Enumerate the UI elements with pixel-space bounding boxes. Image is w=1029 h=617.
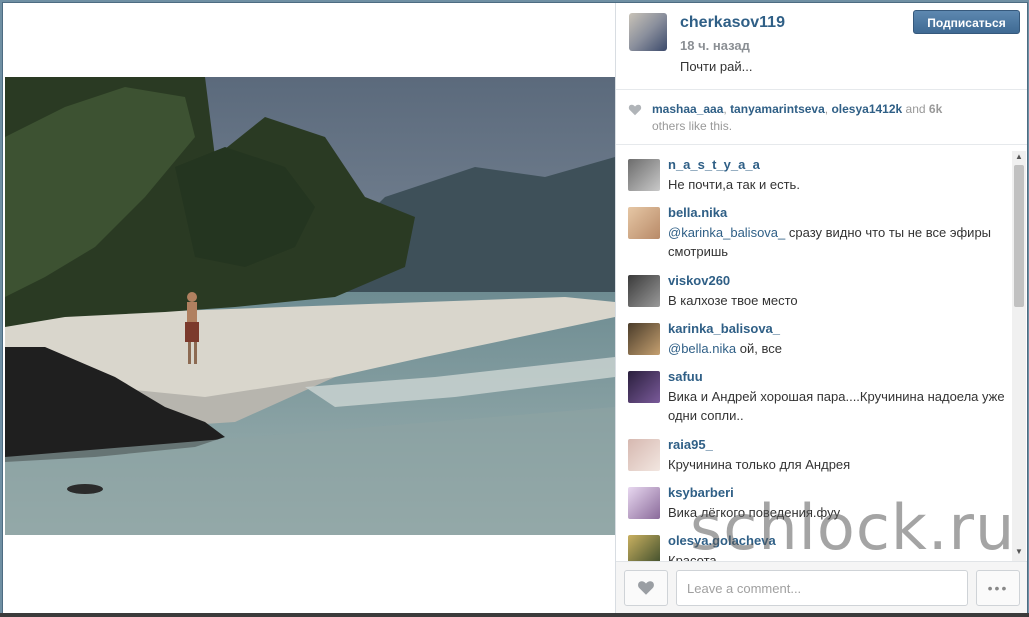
- commenter-username[interactable]: safuu: [668, 369, 703, 384]
- commenter-avatar[interactable]: [628, 371, 660, 403]
- comment-text: @karinka_balisova_ сразу видно что ты не…: [668, 225, 992, 259]
- post-photo[interactable]: [5, 77, 615, 535]
- comment-text: @bella.nika ой, все: [668, 341, 782, 356]
- post-caption: Почти рай...: [680, 59, 753, 74]
- commenter-avatar[interactable]: [628, 535, 660, 561]
- like-user-link[interactable]: tanyamarintseva: [730, 102, 825, 116]
- like-user-link[interactable]: mashaa_aaa: [652, 102, 723, 116]
- commenter-username[interactable]: bella.nika: [668, 205, 727, 220]
- photo-pane: [3, 3, 615, 613]
- more-options-button[interactable]: •••: [976, 570, 1020, 606]
- likes-count[interactable]: 6k: [929, 102, 942, 116]
- commenter-avatar[interactable]: [628, 439, 660, 471]
- likes-summary: mashaa_aaa, tanyamarintseva, olesya1412k…: [616, 90, 1027, 145]
- commenter-username[interactable]: raia95_: [668, 437, 713, 452]
- commenter-avatar[interactable]: [628, 487, 660, 519]
- comment-footer: •••: [616, 561, 1027, 613]
- comment-input[interactable]: [676, 570, 968, 606]
- commenter-avatar[interactable]: [628, 323, 660, 355]
- heart-icon: [638, 581, 654, 595]
- comment-text: Вика и Андрей хорошая пара....Кручинина …: [668, 389, 1005, 423]
- scroll-thumb[interactable]: [1014, 165, 1024, 307]
- bottom-strip: [0, 613, 1029, 617]
- like-user-link[interactable]: olesya1412k: [831, 102, 902, 116]
- author-username[interactable]: cherkasov119: [680, 14, 785, 32]
- author-avatar[interactable]: [629, 13, 667, 51]
- follow-button[interactable]: Подписаться: [913, 10, 1020, 34]
- post-timestamp[interactable]: 18 ч. назад: [680, 38, 750, 53]
- mention-link[interactable]: @karinka_balisova_: [668, 225, 785, 240]
- comment-text: В калхозе твое место: [668, 293, 798, 308]
- post-header: cherkasov119 18 ч. назад Почти рай... По…: [616, 3, 1027, 90]
- heart-icon: [628, 104, 642, 116]
- commenter-username[interactable]: viskov260: [668, 273, 730, 288]
- comment-text: Кручинина только для Андрея: [668, 457, 851, 472]
- commenter-username[interactable]: n_a_s_t_y_a_a: [668, 157, 760, 172]
- scroll-up-icon[interactable]: ▲: [1015, 152, 1023, 161]
- commenter-avatar[interactable]: [628, 275, 660, 307]
- scroll-down-icon[interactable]: ▼: [1015, 547, 1023, 556]
- likes-users-line: mashaa_aaa, tanyamarintseva, olesya1412k…: [652, 102, 943, 116]
- comment-text: Не почти,а так и есть.: [668, 177, 800, 192]
- commenter-avatar[interactable]: [628, 207, 660, 239]
- watermark: schlock.ru: [690, 491, 1016, 564]
- likes-suffix: others like this.: [652, 119, 733, 133]
- commenter-avatar[interactable]: [628, 159, 660, 191]
- like-button[interactable]: [624, 570, 668, 606]
- mention-link[interactable]: @bella.nika: [668, 341, 736, 356]
- commenter-username[interactable]: karinka_balisova_: [668, 321, 780, 336]
